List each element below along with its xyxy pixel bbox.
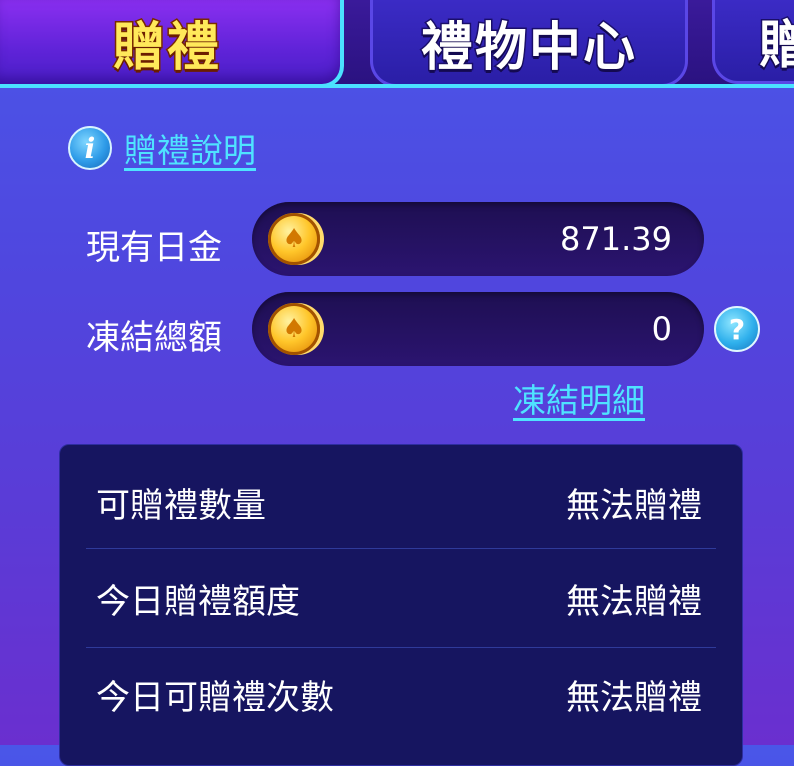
table-row: 今日贈禮額度 無法贈禮 [86, 549, 716, 648]
row-value: 無法贈禮 [566, 678, 702, 718]
tab-partial[interactable]: 贈 [712, 0, 794, 84]
frozen-detail-link[interactable]: 凍結明細 [513, 374, 645, 422]
question-icon[interactable]: ? [714, 306, 760, 352]
row-label: 今日可贈禮次數 [96, 678, 334, 718]
tab-underline [0, 84, 794, 88]
tab-partial-label: 贈 [757, 15, 794, 78]
coin-icon: ♠ [268, 213, 320, 265]
row-value: 無法贈禮 [566, 486, 702, 526]
frozen-total-value: 0 [651, 310, 672, 348]
row-label: 可贈禮數量 [96, 486, 266, 526]
tab-gift[interactable]: 贈禮 [0, 0, 344, 86]
info-icon[interactable]: i [68, 126, 112, 170]
row-label: 今日贈禮額度 [96, 582, 300, 622]
row-value: 無法贈禮 [566, 582, 702, 622]
table-row: 今日可贈禮次數 無法贈禮 [86, 645, 716, 744]
frozen-total-field: ♠ 0 [252, 292, 704, 366]
coin-icon: ♠ [268, 303, 320, 355]
tab-gift-center[interactable]: 禮物中心 [370, 0, 688, 86]
tab-gift-center-label: 禮物中心 [419, 16, 637, 79]
tab-bar: 贈禮 禮物中心 贈 [0, 0, 794, 86]
table-row: 可贈禮數量 無法贈禮 [86, 453, 716, 552]
current-balance-field: ♠ 871.39 [252, 202, 704, 276]
gift-help-link[interactable]: 贈禮說明 [124, 124, 256, 172]
gift-info-table: 可贈禮數量 無法贈禮 今日贈禮額度 無法贈禮 今日可贈禮次數 無法贈禮 [59, 444, 743, 766]
tab-gift-label: 贈禮 [111, 16, 221, 79]
current-balance-label: 現有日金 [86, 228, 222, 268]
frozen-total-label: 凍結總額 [86, 318, 222, 358]
current-balance-value: 871.39 [560, 220, 672, 258]
